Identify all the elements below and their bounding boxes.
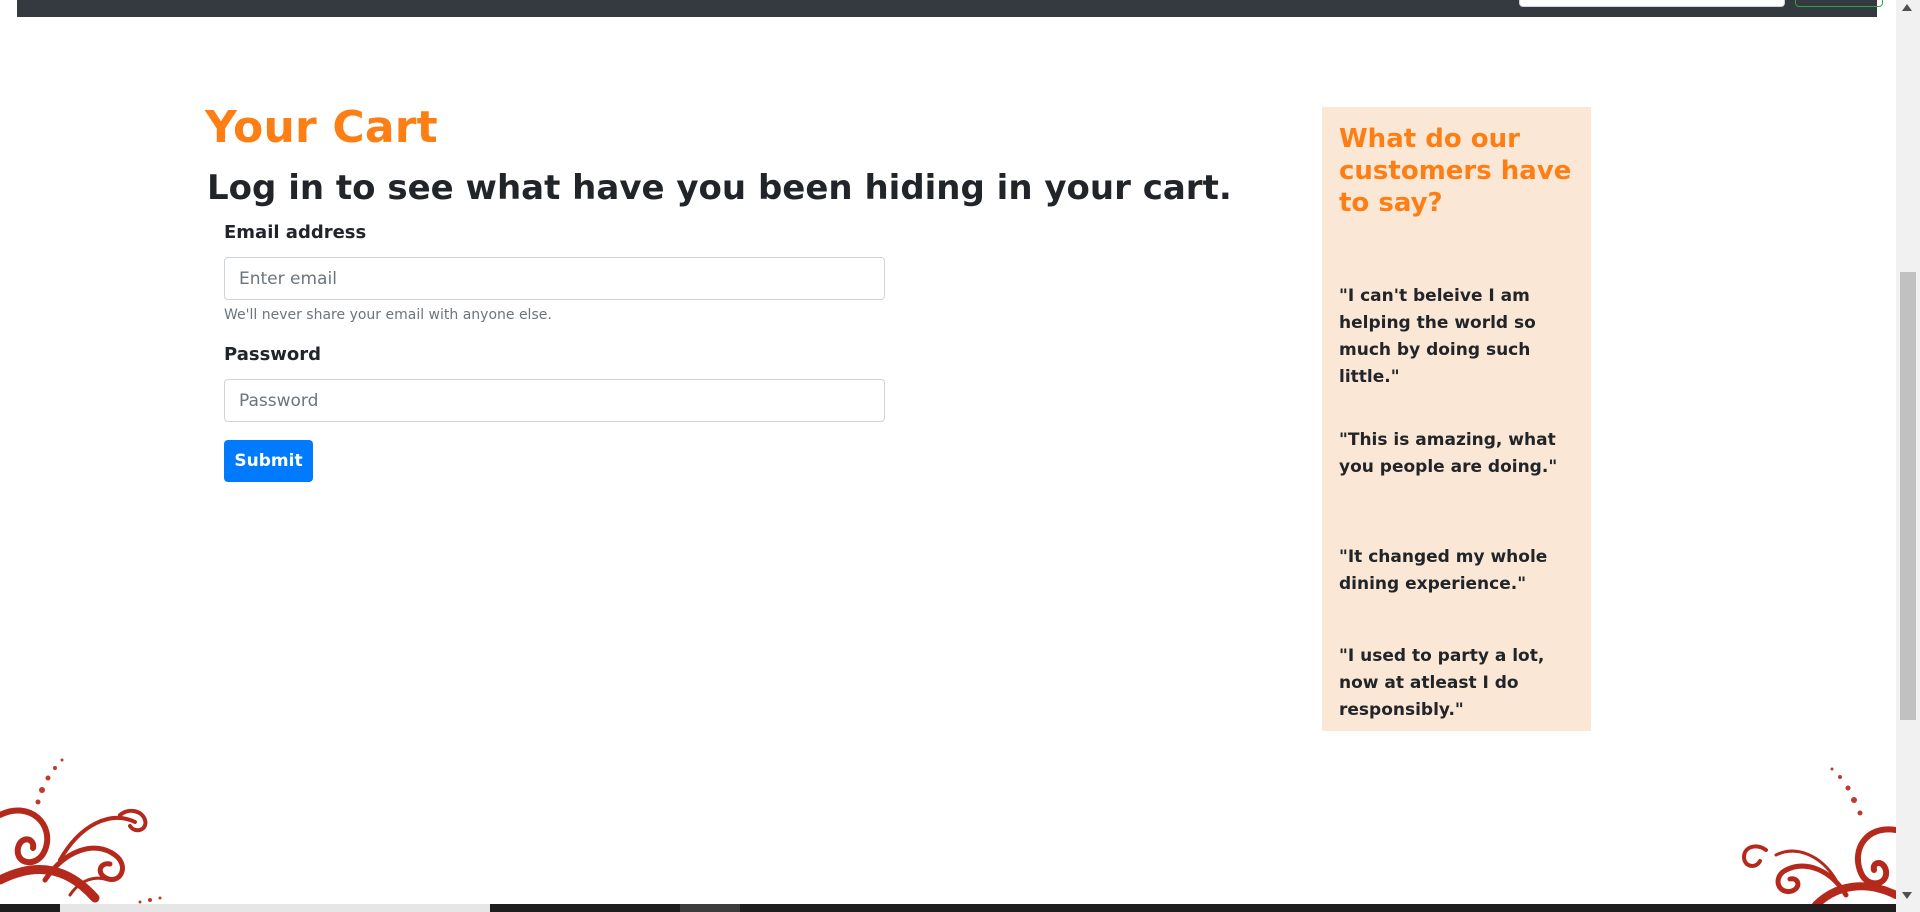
testimonials-title: What do our customers have to say?	[1339, 124, 1572, 218]
taskbar-item[interactable]	[60, 904, 490, 912]
page-title: Your Cart	[205, 102, 438, 153]
email-field[interactable]	[224, 257, 885, 300]
testimonial-quote: "This is amazing, what you people are do…	[1339, 430, 1558, 477]
page-subtitle: Log in to see what have you been hiding …	[207, 168, 1232, 208]
password-group: Password	[224, 344, 885, 430]
vertical-scrollbar[interactable]	[1896, 0, 1920, 912]
submit-button[interactable]: Submit	[224, 440, 313, 482]
scroll-down-arrow-icon[interactable]	[1902, 892, 1912, 899]
taskbar-item[interactable]	[680, 904, 740, 912]
password-label: Password	[224, 344, 322, 365]
navbar-search-input[interactable]	[1519, 0, 1785, 7]
testimonial-quote: "I can't beleive I am helping the world …	[1339, 286, 1536, 387]
scrollbar-thumb[interactable]	[1900, 272, 1916, 720]
email-label: Email address	[224, 222, 367, 243]
scroll-up-arrow-icon[interactable]	[1902, 4, 1912, 11]
testimonial-quote: "I used to party a lot, now at atleast I…	[1339, 646, 1545, 720]
login-form: Email address We'll never share your ema…	[224, 222, 885, 482]
decorative-swirl-right-icon	[1741, 767, 1896, 905]
email-help-text: We'll never share your email with anyone…	[224, 307, 552, 323]
testimonials-sidebar: What do our customers have to say? "I ca…	[1322, 107, 1591, 731]
navbar-search-button[interactable]	[1795, 0, 1883, 7]
password-field[interactable]	[224, 379, 885, 422]
decorative-swirl-left-icon	[0, 758, 162, 904]
testimonial-quote: "It changed my whole dining experience."	[1339, 547, 1548, 594]
taskbar	[0, 904, 1896, 912]
page: Your Cart Log in to see what have you be…	[0, 0, 1920, 912]
navbar	[17, 0, 1883, 17]
email-group: Email address We'll never share your ema…	[224, 222, 885, 332]
